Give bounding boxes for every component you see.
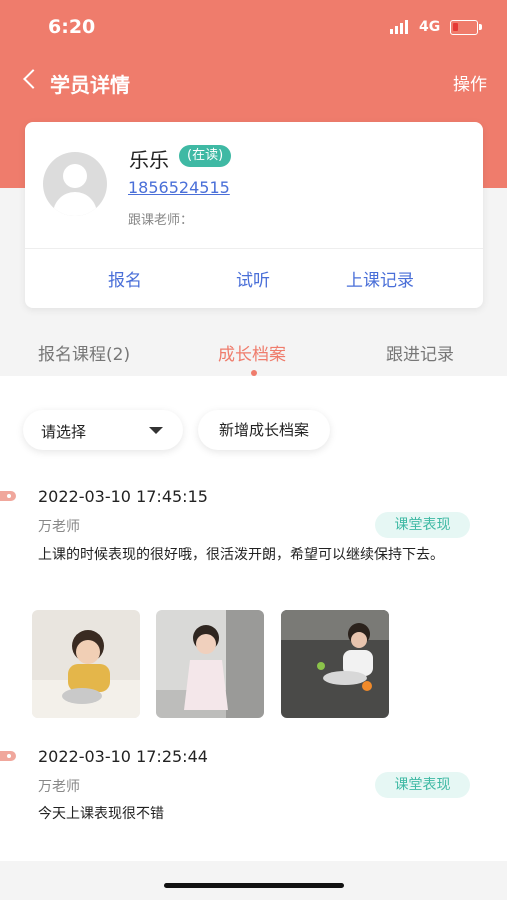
- record-photo[interactable]: [32, 610, 140, 718]
- tab-enrolled-courses[interactable]: 报名课程(2): [38, 340, 130, 365]
- record-photo[interactable]: [156, 610, 264, 718]
- tab-bar: 报名课程(2) 成长档案 跟进记录: [0, 316, 507, 376]
- tag-icon: [0, 491, 16, 501]
- status-bar: 6:20 4G: [0, 0, 507, 56]
- record-time: 2022-03-10 17:25:44: [38, 747, 208, 766]
- home-indicator[interactable]: [164, 883, 344, 888]
- record-text: 今天上课表现很不错: [38, 806, 164, 822]
- record-teacher: 万老师: [38, 519, 80, 535]
- page-title: 学员详情: [50, 73, 130, 97]
- trial-button[interactable]: 试听: [236, 266, 270, 291]
- phone-link[interactable]: 1856524515: [128, 178, 230, 197]
- student-name: 乐乐: [129, 148, 169, 172]
- class-record-button[interactable]: 上课记录: [346, 266, 414, 291]
- growth-records-panel: 请选择 新增成长档案 2022-03-10 17:45:15 万老师 课堂表现 …: [0, 376, 507, 861]
- add-growth-record-button[interactable]: 新增成长档案: [198, 410, 330, 450]
- tab-follow-up[interactable]: 跟进记录: [386, 340, 454, 365]
- record-teacher: 万老师: [38, 779, 80, 795]
- enroll-button[interactable]: 报名: [108, 266, 142, 291]
- avatar: [43, 152, 107, 216]
- caret-down-icon: [149, 427, 163, 434]
- record-item: 2022-03-10 17:45:15 万老师 课堂表现 上课的时候表现的很好哦…: [0, 484, 507, 718]
- card-actions: 报名 试听 上课记录: [25, 249, 483, 308]
- record-tag: 课堂表现: [375, 772, 470, 798]
- student-card: 乐乐 (在读) 1856524515 跟课老师： 报名 试听 上课记录: [25, 122, 483, 308]
- operate-button[interactable]: 操作: [453, 70, 487, 95]
- bottom-area: [0, 861, 507, 900]
- battery-icon: [450, 20, 482, 35]
- record-text: 上课的时候表现的很好哦，很活泼开朗，希望可以继续保持下去。: [38, 547, 444, 563]
- record-item: 2022-03-10 17:25:44 万老师 课堂表现 今天上课表现很不错: [0, 744, 507, 824]
- tag-icon: [0, 751, 16, 761]
- teacher-label: 跟课老师：: [128, 213, 194, 228]
- filter-select[interactable]: 请选择: [23, 410, 183, 450]
- signal-icon: [390, 20, 412, 34]
- back-icon[interactable]: [23, 69, 43, 89]
- record-time: 2022-03-10 17:45:15: [38, 487, 208, 506]
- filter-select-label: 请选择: [41, 423, 87, 441]
- network-label: 4G: [419, 19, 441, 35]
- status-time: 6:20: [48, 16, 96, 38]
- record-tag: 课堂表现: [375, 512, 470, 538]
- nav-bar: 学员详情 操作: [0, 60, 507, 104]
- tab-growth-records[interactable]: 成长档案: [218, 340, 286, 365]
- record-photo[interactable]: [281, 610, 389, 718]
- status-badge: (在读): [179, 145, 232, 167]
